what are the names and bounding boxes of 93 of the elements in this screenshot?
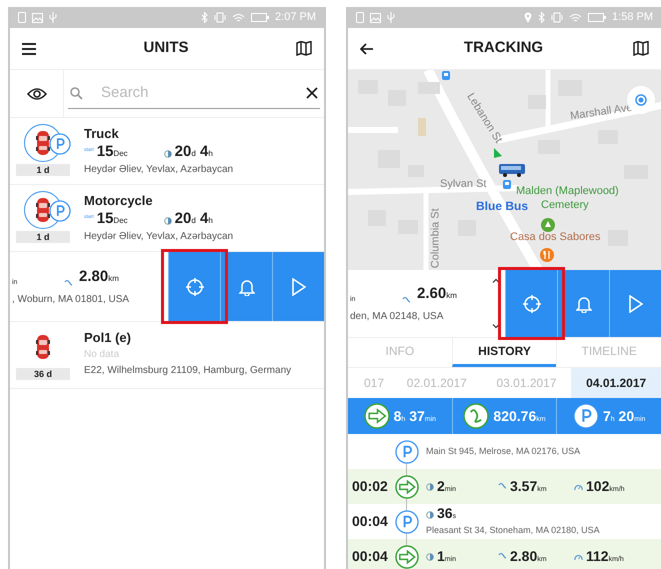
stop-address: Pleasant St 34, Stoneham, MA 02180, USA <box>426 524 601 537</box>
search-icon <box>70 86 83 100</box>
usb-icon <box>49 12 57 23</box>
duration-value: 20d 4h <box>174 211 213 228</box>
unit-address: Heydər Əliev, Yevlax, Azərbaycan <box>84 163 234 177</box>
street-map-drawing[interactable] <box>348 70 661 270</box>
unit-name: Pol1 (e) <box>84 330 132 346</box>
crosshair-icon <box>184 276 204 296</box>
start-date: 15Dec <box>96 211 128 228</box>
bluetooth-icon <box>538 12 546 23</box>
history-time: 00:04 <box>352 547 388 566</box>
vibrate-icon <box>214 12 226 23</box>
car-icon <box>36 334 50 360</box>
stop-address: Main St 945, Melrose, MA 02176, USA <box>426 444 582 458</box>
image-icon <box>32 12 43 22</box>
date-tab[interactable]: 04.01.2017 <box>571 368 661 398</box>
unit-address: Heydər Əliev, Yevlax, Azərbaycan <box>84 230 234 244</box>
chevron-down-icon[interactable] <box>492 324 500 329</box>
speedometer-icon <box>574 552 583 560</box>
distance-icon <box>402 296 411 306</box>
building-shape <box>418 118 426 136</box>
map-icon[interactable] <box>632 41 649 56</box>
duration-value: 20d 4h <box>174 144 213 161</box>
bell-icon <box>238 278 254 296</box>
unit-name: Motorcycle <box>84 193 154 209</box>
map-icon[interactable] <box>296 41 312 56</box>
close-icon[interactable] <box>306 87 318 99</box>
map-label: Sylvan St <box>440 177 486 192</box>
tree-icon <box>541 218 555 232</box>
unit-address: E22, Wilhelmsburg 21109, Hamburg, Germany <box>84 364 292 378</box>
direction-arrow-icon <box>492 148 502 158</box>
image-icon <box>370 12 381 22</box>
screen-title: UNITS <box>144 38 188 58</box>
clock-icon <box>426 552 434 560</box>
age-badge: 1 d <box>16 164 70 176</box>
unit-address: , Woburn, MA 01801, USA <box>12 293 130 308</box>
fork-knife-icon <box>540 248 554 262</box>
sim-card-icon <box>18 12 26 23</box>
map-label: Blue Bus <box>476 198 528 215</box>
age-badge: 1 d <box>16 231 70 243</box>
bell-icon <box>576 294 592 312</box>
building-shape <box>418 82 440 94</box>
map-label: Casa dos Sabores <box>510 230 600 245</box>
screen-title: TRACKING <box>464 38 544 58</box>
bluetooth-icon <box>201 12 208 23</box>
unit-address: den, MA 02148, USA <box>350 310 444 324</box>
eye-icon[interactable] <box>26 86 46 100</box>
back-arrow-icon[interactable] <box>360 42 374 54</box>
car-icon <box>36 130 50 156</box>
squiggle-circle-icon <box>463 403 490 429</box>
history-time: 00:02 <box>352 477 388 496</box>
distance-icon <box>64 279 73 288</box>
unit-name: Truck <box>84 126 120 142</box>
chevron-up-icon[interactable] <box>492 278 500 283</box>
sim-card-icon <box>356 12 364 23</box>
usb-icon <box>387 12 395 23</box>
battery-icon <box>251 13 270 22</box>
vibrate-icon <box>551 12 564 23</box>
play-icon <box>628 294 642 312</box>
arrow-circle-icon <box>395 544 419 568</box>
parking-icon <box>395 510 419 534</box>
bus-icon <box>498 163 526 177</box>
map-label: Columbia St <box>428 208 443 268</box>
battery-icon <box>588 13 606 22</box>
age-badge: 36 d <box>16 368 70 380</box>
wifi-icon <box>232 12 246 22</box>
distance-value: 2.80km <box>79 266 119 287</box>
distance-icon <box>498 552 507 561</box>
clock-icon <box>164 217 172 225</box>
play-icon <box>292 278 306 296</box>
search-field[interactable]: Search <box>89 82 300 104</box>
map-label: Cemetery <box>541 198 589 213</box>
clock-icon <box>426 510 434 519</box>
crosshair-icon <box>522 294 542 314</box>
clock-icon <box>164 150 172 158</box>
wifi-icon <box>569 12 582 22</box>
map-label: Malden (Maplewood) <box>516 184 619 199</box>
car-icon <box>36 197 50 223</box>
parking-icon <box>395 440 419 464</box>
distance-icon <box>498 482 507 491</box>
arrow-circle-icon <box>364 403 390 429</box>
history-time: 00:04 <box>352 512 388 531</box>
arrow-circle-icon <box>395 474 419 498</box>
tab[interactable]: HISTORY <box>452 338 556 367</box>
bus-stop-icon <box>503 180 511 189</box>
building-shape <box>528 95 546 109</box>
parking-icon <box>572 403 599 429</box>
clock-icon <box>426 482 434 490</box>
start-date: 15Dec <box>96 144 128 161</box>
bus-stop-icon <box>442 71 450 80</box>
speedometer-icon <box>574 482 583 490</box>
distance-value: 2.60km <box>417 284 457 304</box>
menu-icon[interactable] <box>22 42 36 54</box>
